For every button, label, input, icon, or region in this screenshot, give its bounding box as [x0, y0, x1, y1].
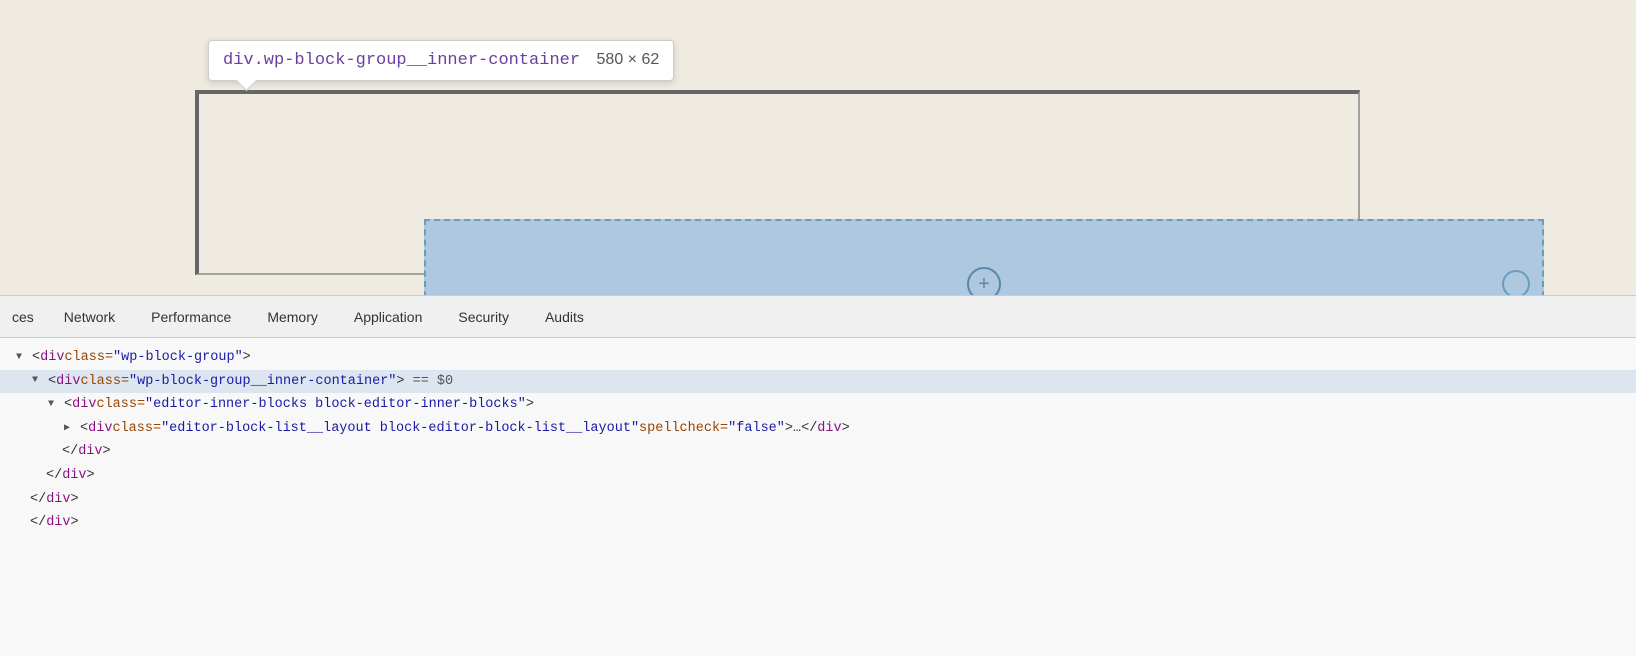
tab-audits[interactable]: Audits	[527, 296, 602, 337]
tab-memory-label: Memory	[267, 309, 318, 325]
editor-frame: +	[195, 90, 1360, 275]
tab-network[interactable]: Network	[46, 296, 133, 337]
tab-ces[interactable]: ces	[0, 296, 46, 337]
tab-security[interactable]: Security	[440, 296, 527, 337]
code-line[interactable]: </div>	[0, 440, 1636, 464]
tooltip-selector: div.wp-block-group__inner-container	[223, 51, 580, 70]
tab-memory[interactable]: Memory	[249, 296, 336, 337]
tab-audits-label: Audits	[545, 309, 584, 325]
code-line[interactable]: </div>	[0, 488, 1636, 512]
tooltip-dimensions: 580 × 62	[597, 51, 660, 68]
expand-arrow[interactable]: ▼	[16, 350, 28, 366]
code-line[interactable]: </div>	[0, 464, 1636, 488]
tab-security-label: Security	[458, 309, 509, 325]
tab-application[interactable]: Application	[336, 296, 441, 337]
devtools-panel: ces Network Performance Memory Applicati…	[0, 295, 1636, 656]
html-inspector-panel: ▼ <div class="wp-block-group">▼ <div cla…	[0, 338, 1636, 543]
tab-ces-label: ces	[12, 309, 34, 325]
code-line[interactable]: </div>	[0, 511, 1636, 535]
tab-network-label: Network	[64, 309, 115, 325]
expand-arrow[interactable]: ▶	[64, 421, 76, 437]
drag-handle[interactable]	[1502, 270, 1530, 298]
devtools-tab-bar: ces Network Performance Memory Applicati…	[0, 296, 1636, 338]
editor-area: div.wp-block-group__inner-container 580 …	[0, 0, 1636, 295]
tab-application-label: Application	[354, 309, 423, 325]
expand-arrow[interactable]: ▼	[32, 373, 44, 389]
tab-performance[interactable]: Performance	[133, 296, 249, 337]
code-line[interactable]: ▼ <div class="wp-block-group__inner-cont…	[0, 370, 1636, 394]
expand-arrow[interactable]: ▼	[48, 397, 60, 413]
tab-performance-label: Performance	[151, 309, 231, 325]
code-line[interactable]: ▶ <div class="editor-block-list__layout …	[0, 417, 1636, 441]
element-tooltip: div.wp-block-group__inner-container 580 …	[208, 40, 674, 81]
code-line[interactable]: ▼ <div class="wp-block-group">	[0, 346, 1636, 370]
code-line[interactable]: ▼ <div class="editor-inner-blocks block-…	[0, 393, 1636, 417]
